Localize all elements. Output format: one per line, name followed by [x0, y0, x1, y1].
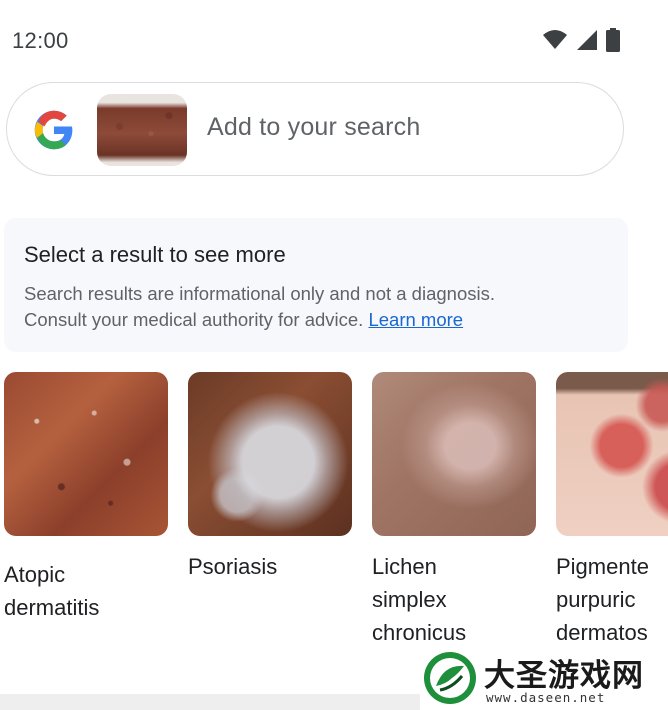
search-query-image[interactable] [97, 94, 187, 166]
status-bar: 12:00 [0, 0, 668, 80]
result-label[interactable]: Lichen simplex chronicus [372, 550, 538, 649]
result-image[interactable] [372, 372, 536, 536]
result-label-line: dermatos [556, 620, 648, 645]
result-label[interactable]: Atopic dermatitis [4, 558, 170, 624]
search-bar[interactable]: Add to your search [6, 82, 624, 176]
disclaimer-card: Select a result to see more Search resul… [4, 218, 628, 352]
bottom-divider [0, 694, 420, 710]
result-label-line: Atopic [4, 562, 66, 587]
learn-more-link[interactable]: Learn more [368, 309, 463, 330]
status-time: 12:00 [12, 28, 69, 53]
status-icons [542, 28, 620, 52]
disclaimer-text-advice: Consult your medical authority for advic… [24, 309, 369, 330]
result-label-line: Psoriasis [188, 554, 278, 579]
result-label-line: dermatitis [4, 595, 100, 620]
disclaimer-text-line2: Consult your medical authority for advic… [24, 309, 463, 331]
cellular-signal-icon [577, 30, 597, 50]
battery-icon [606, 28, 620, 52]
result-label-line: purpuric [556, 587, 636, 612]
watermark: 大圣游戏网 www.daseen.net [420, 646, 668, 710]
result-card-lichen-simplex-chronicus[interactable]: Lichen simplex chronicus [372, 372, 538, 649]
result-label-line: Pigmente [556, 554, 649, 579]
result-image[interactable] [4, 372, 168, 536]
result-label[interactable]: Psoriasis [188, 550, 354, 583]
watermark-url: www.daseen.net [486, 690, 606, 705]
result-image[interactable] [188, 372, 352, 536]
google-logo-icon[interactable] [33, 109, 75, 151]
result-label-line: simplex [372, 587, 447, 612]
wifi-icon [543, 30, 567, 49]
result-card-atopic-dermatitis[interactable]: Atopic dermatitis [4, 372, 170, 624]
result-image[interactable] [556, 372, 668, 536]
result-card-psoriasis[interactable]: Psoriasis [188, 372, 354, 583]
result-label-line: chronicus [372, 620, 467, 645]
disclaimer-title: Select a result to see more [24, 242, 286, 267]
result-card-pigmented-purpuric-dermatosis[interactable]: Pigmente purpuric dermatos [556, 372, 668, 649]
search-input[interactable]: Add to your search [207, 113, 420, 142]
watermark-brand: 大圣游戏网 [484, 658, 644, 693]
daseen-logo-icon [424, 652, 476, 704]
result-label[interactable]: Pigmente purpuric dermatos [556, 550, 668, 649]
result-label-line: Lichen [372, 554, 437, 579]
disclaimer-text-line1: Search results are informational only an… [24, 283, 495, 304]
